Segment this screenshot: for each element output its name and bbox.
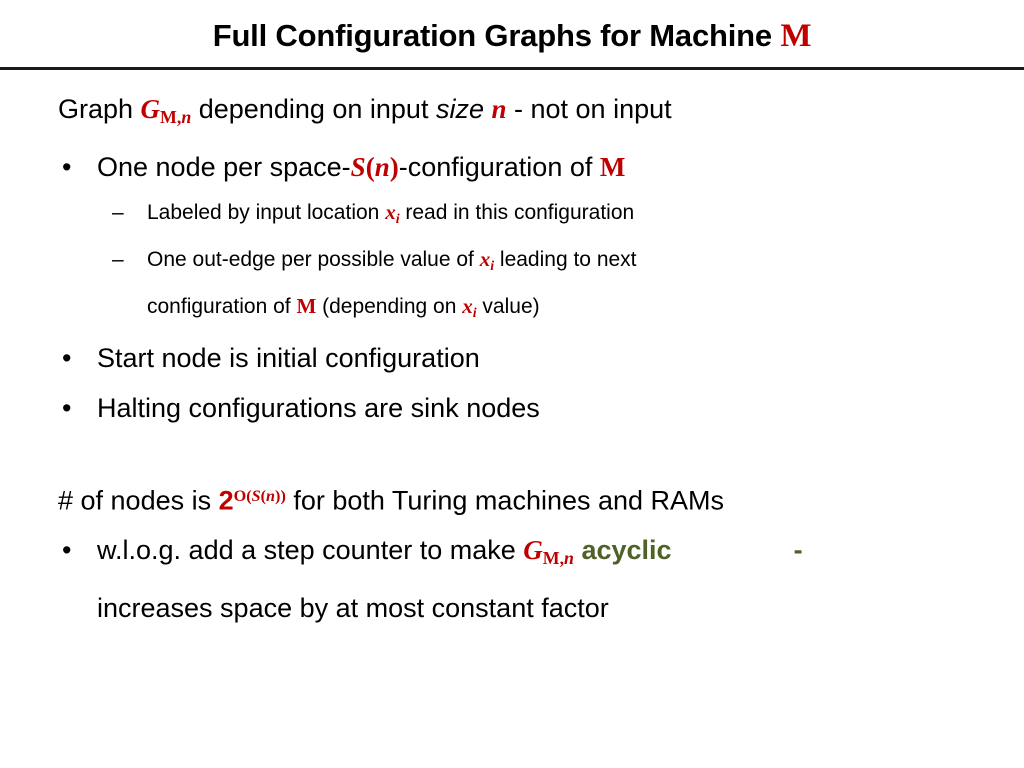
line7-text: Halting configurations are sink nodes — [97, 392, 540, 423]
symbol-input-x: x — [479, 246, 491, 271]
body-line-start-node: • Start node is initial configuration — [0, 333, 1024, 383]
title-divider — [0, 67, 1024, 70]
trailing-dash-marker: - — [793, 535, 803, 566]
bullet-marker: • — [62, 342, 72, 373]
symbol-machine-m: M — [296, 293, 317, 318]
line4-post-text: leading to next — [494, 247, 637, 271]
bullet-marker: • — [62, 535, 72, 566]
line5-pre-text: configuration of — [147, 294, 297, 318]
symbol-space-s: S — [350, 151, 366, 182]
slide-canvas: Full Configuration Graphs for Machine M … — [0, 0, 1024, 768]
dash-bullet-marker: – — [112, 200, 124, 224]
line3-post-text: read in this configuration — [399, 200, 635, 224]
line8-post-text: for both Turing machines and RAMs — [285, 485, 725, 516]
symbol-exponent-big-o: O — [233, 486, 247, 505]
bullet-marker: • — [62, 392, 72, 423]
body-line-configuration-of-m-continuation: configuration of M (depending on xi valu… — [0, 286, 1024, 333]
symbol-graph-g-subscript-n: n — [564, 548, 574, 569]
slide-title: Full Configuration Graphs for Machine M — [0, 8, 1024, 64]
line8-pre-text: # of nodes is — [58, 485, 219, 516]
body-line-number-of-nodes: # of nodes is 2O(S(n)) for both Turing m… — [0, 471, 1024, 525]
slide-body: Graph GM,n depending on input size n - n… — [0, 84, 1024, 633]
symbol-input-x: x — [385, 199, 396, 224]
line9-pre-text: w.l.o.g. add a step counter to make — [97, 535, 524, 566]
line2-pre-text: One node per space- — [97, 151, 351, 182]
symbol-machine-m: M — [599, 151, 626, 182]
page-title: Full Configuration Graphs for Machine M — [212, 17, 812, 54]
symbol-base-two: 2 — [218, 485, 234, 516]
line1-pre-text: Graph — [58, 94, 141, 124]
body-line-increases-space-continuation: increases space by at most constant fact… — [0, 583, 1024, 633]
line5-mid-text: (depending on — [316, 294, 463, 318]
line1-mid-text: depending on input — [191, 94, 436, 124]
symbol-paren-close: ) — [389, 151, 399, 182]
line1-italic-size: size — [435, 94, 484, 124]
symbol-input-x: x — [462, 293, 473, 318]
line10-text: increases space by at most constant fact… — [97, 593, 609, 624]
body-line-step-counter-acyclic: • w.l.o.g. add a step counter to make GM,… — [0, 525, 1024, 583]
body-line-one-node-per-configuration: • One node per space-S(n)-configuration o… — [0, 142, 1024, 192]
symbol-input-size-n: n — [491, 94, 507, 124]
symbol-exponent-n: n — [266, 486, 276, 505]
symbol-space-n: n — [374, 151, 390, 182]
symbol-graph-g: G — [523, 535, 543, 566]
body-line-graph-definition: Graph GM,n depending on input size n - n… — [0, 84, 1024, 142]
symbol-graph-g: G — [140, 94, 161, 124]
symbol-exponent-space-s: S — [251, 486, 261, 505]
line6-text: Start node is initial configuration — [97, 342, 480, 373]
symbol-graph-g-subscript-n: n — [181, 106, 192, 127]
bullet-marker: • — [62, 151, 72, 182]
line2-mid-text: -configuration of — [398, 151, 600, 182]
body-line-one-out-edge: – One out-edge per possible value of xi l… — [0, 239, 1024, 286]
symbol-graph-g-subscript-machine: M, — [542, 548, 565, 569]
body-line-labeled-by-input-location: – Labeled by input location xi read in th… — [0, 192, 1024, 239]
dash-bullet-marker: – — [112, 247, 124, 271]
line4-pre-text: One out-edge per possible value of — [147, 247, 480, 271]
symbol-graph-g-subscript-machine: M, — [160, 106, 182, 127]
title-machine-symbol: M — [780, 17, 812, 54]
body-line-halting-configurations: • Halting configurations are sink nodes — [0, 383, 1024, 433]
line1-post-text: - not on input — [506, 94, 672, 124]
line5-post-text: value) — [476, 294, 540, 318]
symbol-paren-open: ( — [365, 151, 375, 182]
line3-pre-text: Labeled by input location — [147, 200, 386, 224]
title-prefix-text: Full Configuration Graphs for Machine — [212, 17, 781, 53]
emphasis-acyclic: acyclic — [581, 535, 672, 566]
